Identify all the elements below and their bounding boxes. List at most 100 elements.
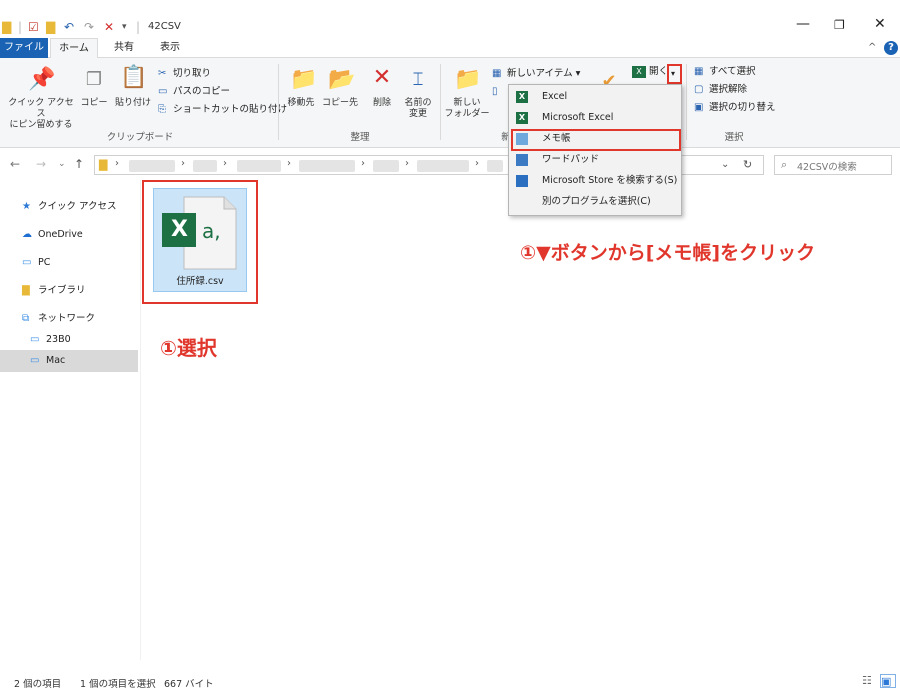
- pin-quick-access-button[interactable]: クイック アクセス にピン留めする: [4, 98, 78, 131]
- new-folder-icon[interactable]: ▇: [46, 20, 55, 34]
- breadcrumb-item[interactable]: [129, 160, 175, 172]
- tab-share[interactable]: 共有: [104, 38, 144, 58]
- menu-item-microsoft-excel[interactable]: X Microsoft Excel: [510, 108, 680, 128]
- store-icon: [516, 175, 528, 187]
- breadcrumb-item[interactable]: [193, 160, 217, 172]
- status-bar: 2 個の項目 1 個の項目を選択 667 バイト ☷ ▣: [0, 672, 900, 692]
- sidebar-item-label: ライブラリ: [38, 285, 86, 296]
- maximize-button[interactable]: ❐: [834, 18, 845, 32]
- open-dropdown-arrow-button[interactable]: ▾: [667, 64, 682, 84]
- details-view-icon[interactable]: ☷: [862, 674, 872, 687]
- paste-shortcut-button[interactable]: ⎘ ショートカットの貼り付け: [158, 104, 287, 116]
- select-all-button[interactable]: ▦ すべて選択: [694, 66, 756, 78]
- breadcrumb-item[interactable]: [373, 160, 399, 172]
- move-to-button[interactable]: 移動先: [282, 98, 320, 109]
- redo-icon[interactable]: ↷: [84, 20, 94, 34]
- recent-locations-button[interactable]: ⌄: [58, 159, 66, 169]
- select-all-icon: ▦: [694, 66, 704, 77]
- dropdown-arrow-icon: ▾: [671, 69, 676, 78]
- breadcrumb-separator: ›: [181, 158, 185, 169]
- file-name: 住所録.csv: [176, 276, 224, 287]
- sidebar-item-quick-access[interactable]: ★ クイック アクセス: [22, 198, 117, 216]
- copy-to-button[interactable]: コピー先: [320, 98, 360, 109]
- select-none-button[interactable]: ▢ 選択解除: [694, 84, 747, 96]
- divider: [140, 180, 141, 660]
- sidebar-item-onedrive[interactable]: ☁ OneDrive: [22, 226, 83, 244]
- address-dropdown-icon[interactable]: ⌄: [721, 159, 729, 170]
- refresh-icon[interactable]: ↻: [743, 158, 752, 171]
- undo-icon[interactable]: ↶: [64, 20, 74, 34]
- menu-item-store-search[interactable]: Microsoft Store を検索する(S): [510, 171, 680, 191]
- sidebar-item-mac[interactable]: ▭ Mac: [30, 352, 65, 370]
- copy-button[interactable]: コピー: [80, 98, 108, 109]
- excel-letter: X: [171, 217, 188, 242]
- sidebar-item-label: クイック アクセス: [38, 201, 117, 212]
- new-item-icon: ▦: [492, 68, 502, 79]
- annotation-step-menu: ①▼ボタンから[メモ帳]をクリック: [520, 242, 816, 264]
- search-input[interactable]: ⌕ 42CSVの検索: [774, 155, 892, 175]
- new-folder-big-icon: 📁: [454, 67, 482, 92]
- rename-button[interactable]: 名前の 変更: [400, 98, 436, 120]
- divider: [440, 64, 441, 140]
- path-icon: ▭: [158, 86, 168, 97]
- breadcrumb-separator: ›: [361, 158, 365, 169]
- open-button[interactable]: X 開く: [632, 66, 668, 78]
- sidebar-item-label: PC: [38, 257, 51, 268]
- tab-view[interactable]: 表示: [150, 38, 190, 58]
- close-button[interactable]: ✕: [874, 16, 886, 32]
- copy-path-label: パスのコピー: [173, 86, 231, 97]
- delete-icon[interactable]: ✕: [104, 20, 114, 34]
- customize-toolbar-icon[interactable]: ▾: [122, 20, 127, 34]
- menu-item-label: Microsoft Store を検索する(S): [542, 175, 678, 186]
- ribbon: 📌 クイック アクセス にピン留めする ❐ コピー 📋 貼り付け ✂ 切り取り …: [0, 58, 900, 148]
- menu-item-wordpad[interactable]: ワードパッド: [510, 150, 680, 170]
- invert-selection-label: 選択の切り替え: [709, 102, 776, 113]
- star-icon: ★: [22, 201, 31, 212]
- help-icon[interactable]: ?: [884, 41, 898, 55]
- menu-item-excel[interactable]: X Excel: [510, 87, 680, 107]
- cut-button[interactable]: ✂ 切り取り: [158, 68, 211, 80]
- minimize-button[interactable]: —: [796, 16, 810, 32]
- csv-extension-glyph: a,: [202, 219, 221, 243]
- invert-selection-button[interactable]: ▣ 選択の切り替え: [694, 102, 776, 114]
- breadcrumb-item[interactable]: [237, 160, 281, 172]
- tab-file[interactable]: ファイル: [0, 38, 48, 58]
- monitor-icon: ▭: [22, 257, 32, 268]
- tab-home[interactable]: ホーム: [50, 38, 98, 59]
- sidebar-item-pc[interactable]: ▭ PC: [22, 254, 50, 272]
- properties-icon[interactable]: ☑: [28, 20, 39, 34]
- sidebar-item-library[interactable]: ▇ ライブラリ: [22, 282, 86, 300]
- sidebar-item-label: Mac: [46, 355, 66, 366]
- network-icon: ⧉: [22, 313, 30, 324]
- breadcrumb-item[interactable]: [417, 160, 469, 172]
- computer-icon: ▭: [30, 334, 40, 345]
- folder-icon: ▇: [99, 158, 108, 171]
- divider: |: [136, 20, 141, 34]
- rename-icon: ⌶: [412, 69, 424, 90]
- delete-button[interactable]: 削除: [366, 98, 398, 109]
- folder-icon: ▇: [2, 20, 12, 34]
- sidebar-item-23b0[interactable]: ▭ 23B0: [30, 331, 71, 349]
- select-none-icon: ▢: [694, 84, 704, 95]
- sidebar-item-label: OneDrive: [38, 229, 83, 240]
- status-selected: 1 個の項目を選択: [80, 679, 156, 690]
- breadcrumb-item[interactable]: [487, 160, 503, 172]
- new-folder-button[interactable]: 新しい フォルダー: [444, 98, 490, 120]
- forward-button[interactable]: →: [36, 157, 46, 171]
- sidebar-item-network[interactable]: ⧉ ネットワーク: [22, 310, 95, 328]
- easy-access-button[interactable]: ▯: [492, 86, 504, 98]
- up-button[interactable]: ↑: [74, 157, 84, 171]
- menu-item-choose-program[interactable]: 別のプログラムを選択(C): [510, 192, 680, 212]
- copy-path-button[interactable]: ▭ パスのコピー: [158, 86, 230, 98]
- paste-button[interactable]: 貼り付け: [112, 98, 154, 109]
- new-item-button[interactable]: ▦ 新しいアイテム ▾: [492, 68, 580, 80]
- annotation-step-select: ①選択: [160, 336, 217, 360]
- collapse-ribbon-icon[interactable]: ^: [868, 42, 876, 53]
- easy-access-icon: ▯: [492, 86, 498, 97]
- menu-item-label: 別のプログラムを選択(C): [542, 196, 651, 207]
- move-to-icon: 📁: [290, 67, 318, 92]
- back-button[interactable]: ←: [10, 157, 20, 171]
- breadcrumb-item[interactable]: [299, 160, 355, 172]
- menu-item-label: ワードパッド: [542, 154, 600, 165]
- large-icons-view-icon[interactable]: ▣: [880, 674, 896, 688]
